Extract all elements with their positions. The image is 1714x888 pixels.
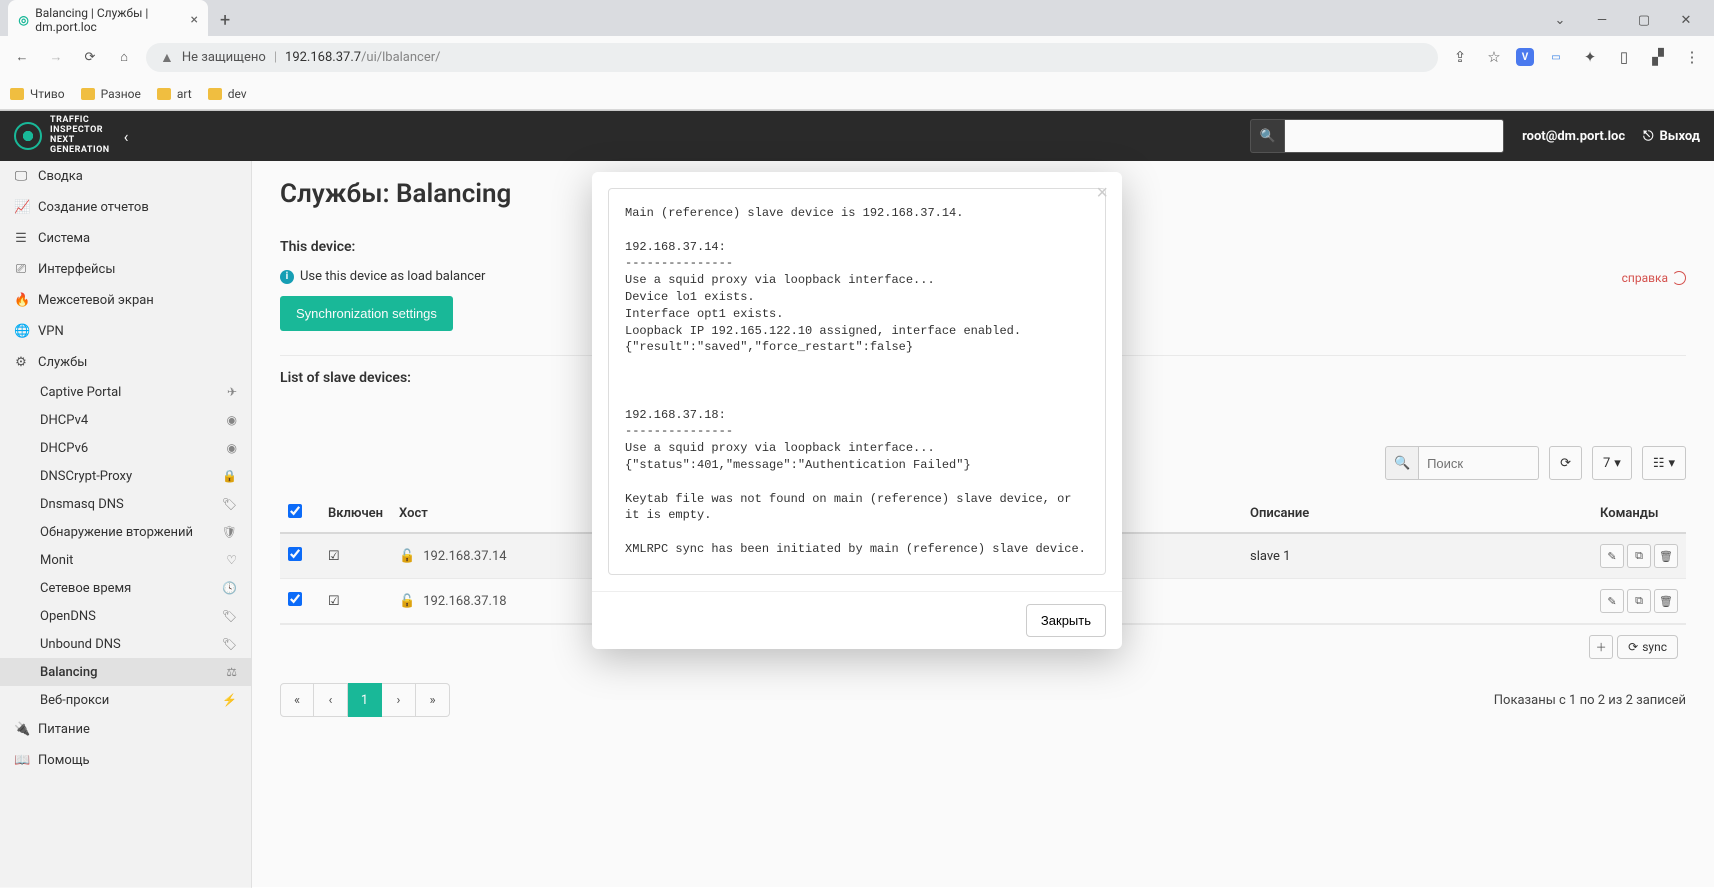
modal-output: Main (reference) slave device is 192.168… — [608, 188, 1106, 575]
modal-footer: Закрыть — [592, 591, 1122, 649]
close-icon: × — [1096, 182, 1108, 204]
modal-close-button[interactable]: Закрыть — [1026, 604, 1106, 637]
sync-result-modal: × Main (reference) slave device is 192.1… — [592, 172, 1122, 649]
modal-body: Main (reference) slave device is 192.168… — [592, 172, 1122, 591]
modal-close-x[interactable]: × — [1096, 182, 1108, 205]
